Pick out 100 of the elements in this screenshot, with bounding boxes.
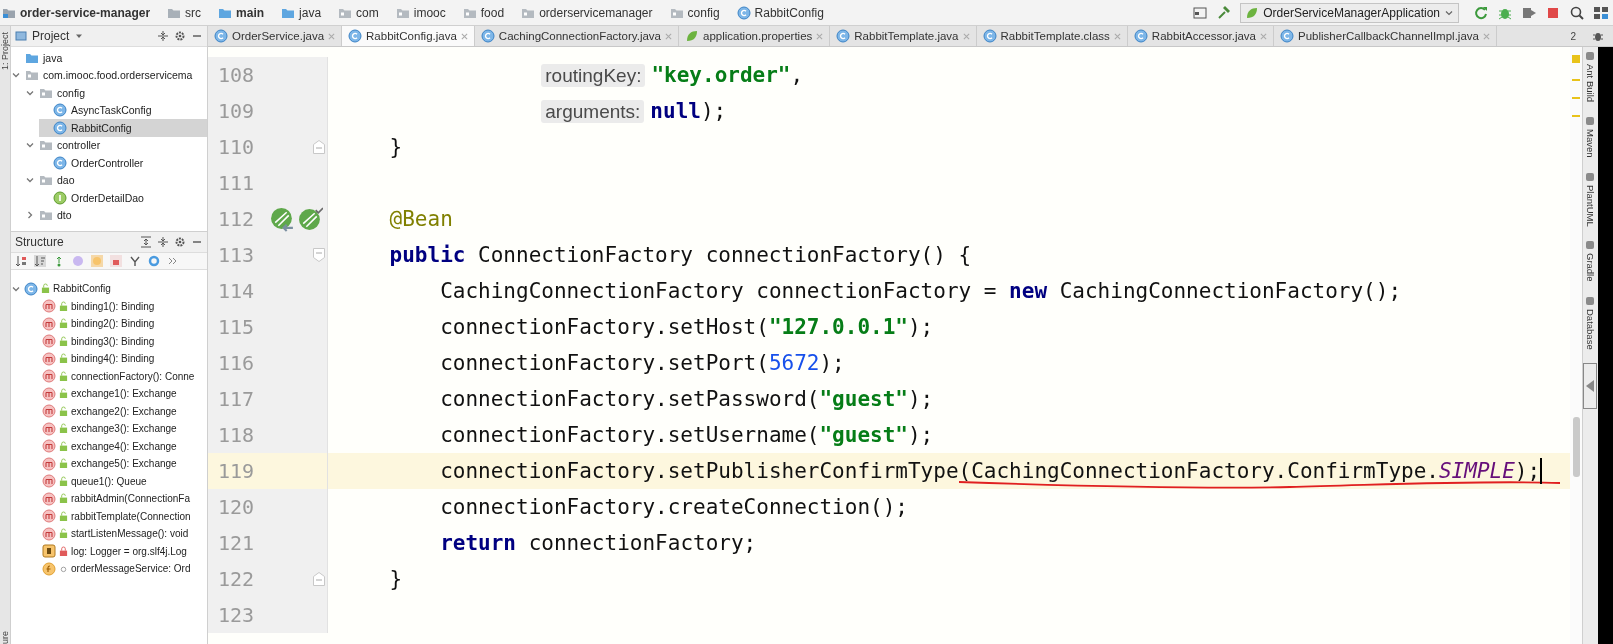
tree-item[interactable]: com.imooc.food.orderservicema xyxy=(11,66,207,84)
panel-title[interactable]: Project xyxy=(32,29,70,43)
structure-item[interactable]: rabbitTemplate(Connection xyxy=(29,507,207,525)
collapse-all-icon[interactable] xyxy=(157,236,169,248)
collapse-all-icon[interactable] xyxy=(157,30,169,42)
tree-item[interactable]: config xyxy=(25,84,207,102)
tab-overflow-count[interactable]: 2 xyxy=(1564,26,1582,46)
expand-all-icon[interactable] xyxy=(140,236,152,248)
structure-item[interactable]: orderMessageService: Ord xyxy=(29,560,207,578)
warning-mark xyxy=(1572,115,1580,117)
search-icon[interactable] xyxy=(1569,4,1585,21)
line-number: 108 xyxy=(217,63,256,87)
more-icon[interactable] xyxy=(167,255,179,267)
line-number: 120 xyxy=(217,495,256,519)
class-icon xyxy=(348,29,363,43)
structure-item[interactable]: binding3(): Binding xyxy=(29,332,207,350)
structure-item[interactable]: exchange1(): Exchange xyxy=(29,385,207,403)
tree-item[interactable]: AsyncTaskConfig xyxy=(39,101,207,119)
leaf-check-icon[interactable] xyxy=(298,206,323,232)
close-icon[interactable] xyxy=(1482,32,1490,40)
property-icon[interactable] xyxy=(72,255,84,267)
breadcrumb-item[interactable]: imooc xyxy=(395,5,446,20)
panel-title: Structure xyxy=(15,235,64,249)
tree-item[interactable]: dao xyxy=(25,171,207,189)
structure-item[interactable]: RabbitConfig xyxy=(11,280,207,298)
code-line: @Bean xyxy=(388,207,453,231)
line-number: 115 xyxy=(217,315,256,339)
fold-marker-icon[interactable] xyxy=(313,248,325,262)
chevron-right-icon[interactable] xyxy=(25,210,35,221)
tree-item[interactable]: controller xyxy=(25,136,207,154)
tree-item[interactable]: RabbitConfig xyxy=(39,119,207,137)
close-icon[interactable] xyxy=(1260,32,1268,40)
tool-window-tab[interactable]: Database xyxy=(1584,295,1596,350)
class-icon xyxy=(736,5,751,20)
structure-item[interactable]: exchange4(): Exchange xyxy=(29,437,207,455)
tree-item[interactable]: OrderDetailDao xyxy=(39,189,207,207)
tool-window-tab[interactable]: Ant Build xyxy=(1584,51,1596,103)
field-filter-icon[interactable] xyxy=(91,255,103,267)
close-icon[interactable] xyxy=(328,32,336,40)
structure-item[interactable]: binding2(): Binding xyxy=(29,315,207,333)
expand-panel-button[interactable] xyxy=(1583,363,1598,410)
fold-marker-icon[interactable] xyxy=(313,140,325,154)
close-icon[interactable] xyxy=(1113,32,1121,40)
open-lock-icon xyxy=(59,423,68,435)
tool-window-tab[interactable]: Maven xyxy=(1584,116,1596,158)
tree-item[interactable]: java xyxy=(11,49,207,67)
lambda-icon[interactable] xyxy=(129,255,141,267)
breadcrumb-item[interactable]: main xyxy=(218,5,265,20)
method-icon xyxy=(42,404,56,419)
method-icon xyxy=(42,509,56,524)
ring-icon[interactable] xyxy=(148,255,160,267)
file-tab[interactable]: RabbitConfig.java xyxy=(342,26,475,46)
tree-item[interactable]: dto xyxy=(25,206,207,224)
structure-item[interactable]: exchange2(): Exchange xyxy=(29,402,207,420)
breadcrumb-item[interactable]: RabbitConfig xyxy=(736,5,824,20)
class-icon xyxy=(53,120,67,135)
bug-icon[interactable] xyxy=(1591,30,1604,42)
code-line: connectionFactory.setHost("127.0.0.1"); xyxy=(439,315,934,339)
structure-item[interactable]: connectionFactory(): Conne xyxy=(29,367,207,385)
breadcrumb-item[interactable]: com xyxy=(338,5,379,20)
breadcrumb-item[interactable]: food xyxy=(462,5,505,20)
run-configuration-dropdown[interactable]: OrderServiceManagerApplication xyxy=(1240,2,1459,23)
gear-icon[interactable] xyxy=(174,30,186,42)
close-icon[interactable] xyxy=(816,32,824,40)
fold-marker-icon[interactable] xyxy=(313,572,325,586)
close-icon[interactable] xyxy=(962,32,970,40)
structure-item[interactable]: startListenMessage(): void xyxy=(29,525,207,543)
structure-item[interactable]: exchange3(): Exchange xyxy=(29,420,207,438)
rerun-icon[interactable] xyxy=(1473,4,1489,21)
breadcrumb-item[interactable]: src xyxy=(167,5,202,20)
sort-icon[interactable] xyxy=(15,255,27,267)
breadcrumb-item[interactable]: order-service-manager xyxy=(2,5,151,20)
sort-alphabetically-icon[interactable] xyxy=(34,255,46,267)
project-structure-icon[interactable] xyxy=(1593,4,1609,21)
lock-icon[interactable] xyxy=(110,255,122,267)
breadcrumb-item[interactable]: config xyxy=(669,5,720,20)
open-lock-icon xyxy=(59,353,68,365)
close-icon[interactable] xyxy=(665,32,672,40)
structure-item[interactable]: binding4(): Binding xyxy=(29,350,207,368)
structure-item[interactable]: queue1(): Queue xyxy=(29,472,207,490)
breadcrumb-item[interactable]: orderservicemanager xyxy=(521,5,653,20)
structure-item[interactable]: binding1(): Binding xyxy=(29,297,207,315)
structure-item[interactable]: log: Logger = org.slf4j.Log xyxy=(29,542,207,560)
scrollbar-thumb[interactable] xyxy=(1572,417,1580,477)
line-number: 113 xyxy=(217,243,256,267)
structure-item[interactable]: exchange5(): Exchange xyxy=(29,455,207,473)
tree-item[interactable]: OrderController xyxy=(39,154,207,172)
project-tool-window-tab[interactable]: 1: Project xyxy=(0,32,10,71)
close-icon[interactable] xyxy=(460,32,468,40)
line-number: 112 xyxy=(217,207,256,231)
layout-icon[interactable] xyxy=(1192,4,1209,21)
line-number: 119 xyxy=(217,459,256,483)
structure-item[interactable]: rabbitAdmin(ConnectionFa xyxy=(29,490,207,508)
package-folder-icon xyxy=(39,208,53,223)
gear-icon[interactable] xyxy=(174,236,186,248)
structure-tool-window-tab[interactable]: ure xyxy=(0,631,10,644)
hammer-icon[interactable] xyxy=(1216,4,1233,21)
breadcrumb-item[interactable]: java xyxy=(281,5,322,20)
tool-window-tab[interactable]: PlantUML xyxy=(1584,171,1596,227)
tool-window-tab[interactable]: Gradle xyxy=(1584,240,1596,282)
